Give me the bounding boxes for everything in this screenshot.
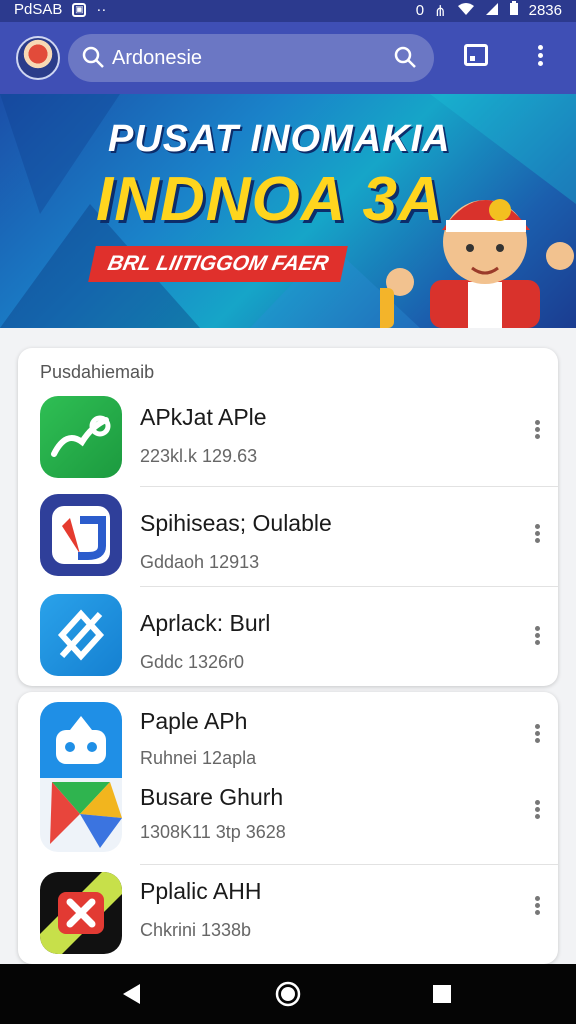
- cast-icon[interactable]: [464, 44, 488, 66]
- more-vert-icon[interactable]: [532, 522, 542, 550]
- status-right: 0 ⋔ 2836: [416, 1, 562, 20]
- search-icon: [80, 44, 106, 75]
- divider: [140, 486, 558, 487]
- list-item[interactable]: Pplalic AHH Chkrini 1338b: [18, 866, 558, 964]
- status-dots: ··: [96, 1, 107, 18]
- search-submit-icon[interactable]: [392, 44, 418, 75]
- status-left: PdSAB ▣ ··: [14, 1, 106, 18]
- avatar-icon[interactable]: [16, 36, 60, 80]
- list-item[interactable]: APkJat APle 223kl.k 129.63: [18, 394, 558, 486]
- list-item[interactable]: Paple APh Ruhnei 12apla: [18, 692, 558, 782]
- battery-icon: [509, 1, 519, 20]
- divider: [140, 586, 558, 587]
- app-name: APkJat APle: [140, 404, 267, 430]
- red-x-app-icon: [40, 872, 122, 954]
- apps-card-primary: Pusdahiemaib APkJat APle 223kl.k 129.63 …: [18, 348, 558, 686]
- list-item[interactable]: Busare Ghurh 1308K11 3tp 3628: [18, 778, 558, 862]
- status-bar: PdSAB ▣ ·· 0 ⋔ 2836: [0, 0, 576, 22]
- app-name: Aprlack: Burl: [140, 610, 271, 636]
- divider: [140, 864, 558, 865]
- status-time: 2836: [528, 2, 562, 19]
- app-name: Paple APh: [140, 708, 248, 734]
- section-title: Pusdahiemaib: [40, 362, 155, 382]
- wifi-icon: [457, 2, 475, 20]
- sync-icon: 0: [415, 2, 425, 19]
- list-item[interactable]: Spihiseas; Oulable Gddaoh 12913: [18, 488, 558, 588]
- banner-title: PUSAT INOMAKIA: [108, 118, 451, 160]
- system-nav-bar: [0, 964, 576, 1024]
- back-icon[interactable]: [120, 982, 144, 1006]
- app-meta: 1308K11 3tp 3628: [140, 822, 286, 842]
- home-icon[interactable]: [275, 981, 301, 1007]
- status-carrier-text: PdSAB: [14, 1, 63, 18]
- app-name: Pplalic AHH: [140, 878, 262, 904]
- apps-card-secondary: Paple APh Ruhnei 12apla Busare Ghurh 130…: [18, 692, 558, 964]
- signal-icon: ⋔: [434, 2, 447, 20]
- app-meta: Chkrini 1338b: [140, 920, 252, 940]
- app-meta: Ruhnei 12apla: [140, 748, 257, 768]
- play-app-icon: [40, 778, 122, 852]
- more-vert-icon[interactable]: [532, 722, 542, 750]
- recents-icon[interactable]: [432, 984, 452, 1004]
- more-vert-icon[interactable]: [532, 624, 542, 652]
- promo-banner[interactable]: PUSAT INOMAKIA INDNOA 3A BRL LIITIGGOM F…: [0, 94, 576, 328]
- more-vert-icon[interactable]: [532, 894, 542, 922]
- app-notification-icon: ▣: [72, 2, 87, 17]
- more-vert-icon[interactable]: [532, 798, 542, 826]
- blue-slash-app-icon: [40, 594, 122, 676]
- robot-app-icon: [40, 702, 122, 778]
- cell-signal-icon: [485, 2, 499, 20]
- list-item[interactable]: Aprlack: Burl Gddc 1326r0: [18, 588, 558, 686]
- more-vert-icon[interactable]: [530, 42, 550, 72]
- app-name: Busare Ghurh: [140, 784, 284, 810]
- banner-ribbon: BRL LIITIGGOM FAER: [88, 246, 348, 282]
- app-bar: Ardonesie: [0, 22, 576, 94]
- app-meta: 223kl.k 129.63: [140, 446, 258, 466]
- app-meta: Gddaoh 12913: [140, 552, 260, 572]
- search-input[interactable]: Ardonesie: [112, 47, 202, 70]
- app-meta: Gddc 1326r0: [140, 652, 245, 672]
- search-bar[interactable]: Ardonesie: [68, 34, 434, 82]
- mascot-illustration: [380, 199, 574, 328]
- green-app-icon: [40, 396, 122, 478]
- blue-g-app-icon: [40, 494, 122, 576]
- more-vert-icon[interactable]: [532, 418, 542, 446]
- app-name: Spihiseas; Oulable: [140, 510, 332, 536]
